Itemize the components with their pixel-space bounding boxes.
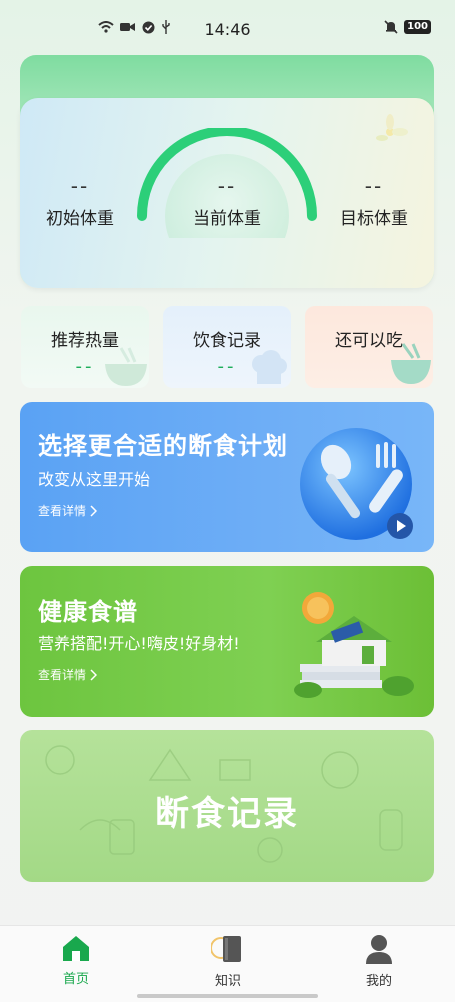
- status-icons-right: 100: [384, 20, 431, 34]
- book-icon: [210, 936, 241, 962]
- bowl-icon: [391, 343, 431, 384]
- status-bar: 14:46 100: [0, 0, 455, 56]
- current-weight-label: 当前体重: [193, 209, 261, 229]
- home-indicator[interactable]: [137, 994, 318, 998]
- home-icon: [63, 936, 89, 961]
- details-link-label: 查看详情: [38, 668, 87, 682]
- current-weight-value: --: [217, 174, 237, 198]
- target-weight-value: --: [364, 174, 384, 198]
- nav-item-profile[interactable]: 我的: [339, 934, 419, 989]
- weight-card[interactable]: -- 初始体重 -- 当前体重 -- 目标体重: [20, 98, 434, 288]
- nav-label-knowledge: 知识: [214, 974, 241, 989]
- target-weight: -- 目标体重: [314, 174, 434, 229]
- fasting-record-title: 断食记录: [155, 794, 299, 834]
- current-weight: -- 当前体重: [167, 174, 287, 229]
- healthy-recipes-details-link[interactable]: 查看详情: [38, 666, 98, 683]
- target-weight-label: 目标体重: [340, 209, 408, 229]
- fasting-record-card[interactable]: 断食记录: [20, 730, 434, 882]
- initial-weight: -- 初始体重: [20, 174, 140, 229]
- healthy-recipes-subtitle: 营养搭配!开心!嗨皮!好身材!: [38, 634, 240, 653]
- chevron-right-icon: [90, 668, 98, 681]
- chef-hat-icon: [252, 350, 287, 384]
- nav-label-profile: 我的: [365, 974, 392, 989]
- nav-label-home: 首页: [62, 972, 89, 987]
- recommended-calories-card[interactable]: 推荐热量 --: [21, 306, 149, 388]
- fasting-plan-subtitle: 改变从这里开始: [38, 470, 151, 489]
- nav-item-home[interactable]: 首页: [36, 934, 116, 987]
- initial-weight-value: --: [70, 174, 90, 198]
- chevron-right-icon: [90, 504, 98, 517]
- initial-weight-label: 初始体重: [46, 209, 114, 229]
- nav-item-knowledge[interactable]: 知识: [188, 934, 268, 989]
- bottom-nav: 首页 知识 我的: [0, 925, 455, 1002]
- flower-decoration-icon: [376, 114, 408, 141]
- user-icon: [366, 935, 392, 964]
- bowl-icon: [105, 347, 147, 386]
- fasting-plan-details-link[interactable]: 查看详情: [38, 502, 98, 519]
- battery-indicator: 100: [404, 20, 431, 34]
- bell-off-icon: [384, 20, 398, 34]
- fasting-plan-card[interactable]: 选择更合适的断食计划 改变从这里开始 查看详情: [20, 402, 434, 552]
- diet-record-card[interactable]: 饮食记录 --: [163, 306, 291, 388]
- healthy-recipes-card[interactable]: 健康食谱 营养搭配!开心!嗨皮!好身材! 查看详情: [20, 566, 434, 717]
- details-link-label: 查看详情: [38, 504, 87, 518]
- healthy-recipes-title: 健康食谱: [38, 598, 138, 626]
- fasting-plan-title: 选择更合适的断食计划: [38, 432, 288, 460]
- house-books-illustration-icon: [294, 592, 414, 698]
- remaining-calories-card[interactable]: 还可以吃: [305, 306, 433, 388]
- stat-title: 饮食记录: [193, 331, 261, 351]
- play-icon[interactable]: [386, 512, 414, 540]
